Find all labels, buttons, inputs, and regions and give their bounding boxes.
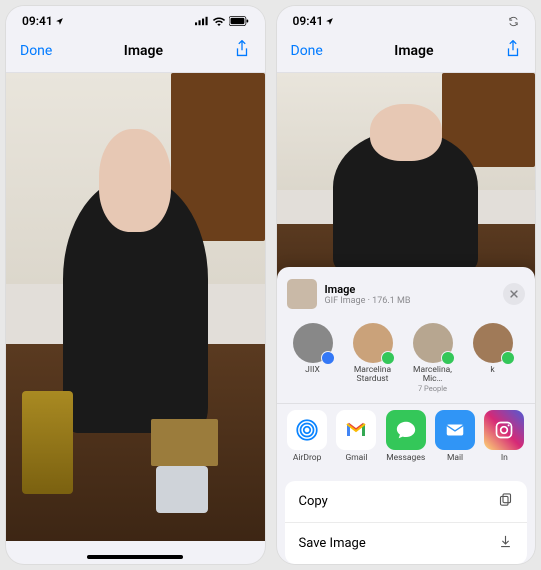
action-label: Copy xyxy=(299,494,328,509)
copy-icon xyxy=(498,492,513,511)
share-button[interactable] xyxy=(505,40,521,62)
messages-icon xyxy=(386,410,426,450)
contact-item[interactable]: k xyxy=(465,323,521,393)
share-button[interactable] xyxy=(234,40,250,62)
status-bar: 09:41 xyxy=(277,6,536,32)
app-label: Gmail xyxy=(334,453,379,463)
share-sheet: Image GIF Image · 176.1 MB JIIX Marcelin… xyxy=(277,267,536,564)
share-actions: Copy Save Image xyxy=(285,481,528,564)
share-header: Image GIF Image · 176.1 MB xyxy=(277,275,536,317)
page-title: Image xyxy=(124,43,163,59)
sync-icon xyxy=(508,16,519,27)
contact-label: JIIX xyxy=(285,366,341,375)
contact-item[interactable]: Marcelina, Mic… 7 People xyxy=(405,323,461,393)
avatar xyxy=(413,323,453,363)
time-label: 09:41 xyxy=(293,14,324,28)
app-label: Messages xyxy=(383,453,428,463)
messages-badge-icon xyxy=(381,351,395,365)
messages-badge-icon xyxy=(441,351,455,365)
cell-signal-icon xyxy=(195,16,209,26)
close-button[interactable] xyxy=(503,283,525,305)
contact-label: k xyxy=(465,366,521,375)
done-button[interactable]: Done xyxy=(291,43,323,59)
location-icon xyxy=(55,17,64,26)
airdrop-icon xyxy=(287,410,327,450)
app-item-mail[interactable]: Mail xyxy=(432,410,477,463)
phone-right: 09:41 Done Image Image GIF Image · 176.1… xyxy=(277,6,536,564)
instagram-icon xyxy=(484,410,524,450)
share-title: Image xyxy=(325,283,496,296)
copy-action[interactable]: Copy xyxy=(285,481,528,522)
contact-item[interactable]: JIIX xyxy=(285,323,341,393)
app-item-instagram[interactable]: In xyxy=(482,410,527,463)
wifi-icon xyxy=(212,16,226,26)
image-viewer[interactable] xyxy=(6,73,265,541)
share-apps-row[interactable]: AirDrop Gmail Messages Mail xyxy=(277,404,536,473)
app-label: In xyxy=(482,453,527,463)
airdrop-badge-icon xyxy=(321,351,335,365)
app-item-airdrop[interactable]: AirDrop xyxy=(285,410,330,463)
page-title: Image xyxy=(394,43,433,59)
status-bar: 09:41 xyxy=(6,6,265,32)
location-icon xyxy=(325,17,334,26)
app-item-messages[interactable]: Messages xyxy=(383,410,428,463)
close-icon xyxy=(509,289,519,299)
share-thumbnail xyxy=(287,279,317,309)
messages-badge-icon xyxy=(501,351,515,365)
nav-bar: Done Image xyxy=(6,32,265,73)
battery-icon xyxy=(229,16,249,26)
save-image-action[interactable]: Save Image xyxy=(285,522,528,564)
contact-sublabel: 7 People xyxy=(405,385,461,393)
share-contacts-row[interactable]: JIIX Marcelina Stardust Marcelina, Mic… … xyxy=(277,317,536,403)
home-indicator[interactable] xyxy=(87,555,183,559)
avatar xyxy=(473,323,513,363)
avatar xyxy=(353,323,393,363)
phone-left: 09:41 Done Image xyxy=(6,6,265,564)
avatar xyxy=(293,323,333,363)
download-icon xyxy=(498,534,513,553)
mail-icon xyxy=(435,410,475,450)
contact-label: Marcelina, Mic… xyxy=(405,366,461,385)
app-item-gmail[interactable]: Gmail xyxy=(334,410,379,463)
done-button[interactable]: Done xyxy=(20,43,52,59)
app-label: Mail xyxy=(432,453,477,463)
app-label: AirDrop xyxy=(285,453,330,463)
time-label: 09:41 xyxy=(22,14,53,28)
action-label: Save Image xyxy=(299,536,366,551)
gmail-icon xyxy=(336,410,376,450)
share-subtitle: GIF Image · 176.1 MB xyxy=(325,296,496,306)
contact-label: Marcelina Stardust xyxy=(345,366,401,385)
contact-item[interactable]: Marcelina Stardust xyxy=(345,323,401,393)
nav-bar: Done Image xyxy=(277,32,536,73)
